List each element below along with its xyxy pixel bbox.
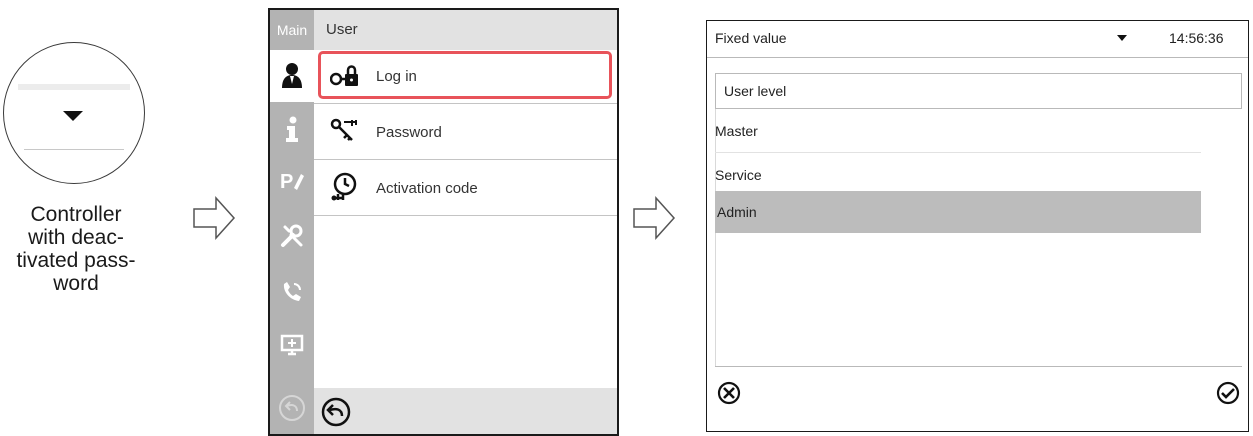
cancel-icon[interactable]: [717, 381, 741, 405]
magnifier-bar: [18, 84, 130, 90]
option-label: Admin: [717, 204, 757, 220]
right-arrow-icon: [633, 196, 676, 240]
user-level-screen: Fixed value 14:56:36 User level Master S…: [706, 20, 1249, 432]
menu-item-label: Password: [376, 124, 442, 141]
right-arrow-icon: [193, 196, 236, 240]
sidebar-item-settings[interactable]: [270, 224, 314, 264]
login-highlight-frame: [318, 51, 612, 99]
page-title: User: [326, 21, 358, 38]
divider: [715, 366, 1242, 367]
user-level-list-header: User level: [715, 73, 1242, 109]
sidebar-back-button[interactable]: [270, 394, 314, 430]
clock-time: 14:56:36: [1169, 30, 1224, 46]
sidebar-item-user[interactable]: [270, 50, 314, 102]
tools-icon: [281, 224, 303, 247]
caption-line: tivated pass-: [16, 249, 136, 272]
operating-mode-label: Fixed value: [715, 30, 787, 46]
option-label: Master: [715, 123, 758, 139]
display-settings-icon: [280, 334, 304, 356]
back-icon: [279, 395, 305, 421]
program-edit-icon: P: [280, 171, 304, 193]
service-phone-icon: [283, 282, 301, 301]
menu-item-password[interactable]: Password: [314, 104, 617, 160]
divider: [707, 57, 1248, 58]
info-icon: [286, 116, 298, 142]
dropdown-triangle-icon: [63, 111, 83, 121]
svg-text:P: P: [280, 171, 293, 192]
option-master[interactable]: Master: [715, 109, 1201, 153]
caption-line: with deac-: [28, 226, 124, 249]
screen-footer: [314, 388, 617, 434]
sidebar-item-service[interactable]: [270, 280, 314, 320]
caption-line: Controller: [30, 203, 122, 226]
magnifier-divider: [24, 149, 124, 150]
dropdown-triangle-icon[interactable]: [1117, 35, 1127, 41]
back-button[interactable]: [320, 396, 352, 428]
sidebar-item-program[interactable]: P: [270, 168, 314, 208]
magnifier-circle: [3, 42, 145, 184]
user-menu-screen: Main P User Log in Password Activation c…: [268, 8, 619, 436]
sidebar-title: Main: [276, 22, 308, 38]
list-title: User level: [724, 83, 787, 99]
key-icon: [330, 118, 357, 141]
sidebar-item-info[interactable]: [270, 116, 314, 156]
confirm-icon[interactable]: [1216, 381, 1240, 405]
menu-item-label: Activation code: [376, 180, 478, 197]
user-header: User: [314, 10, 617, 50]
user-icon: [282, 63, 302, 88]
sidebar-item-display[interactable]: [270, 334, 314, 374]
controller-caption: Controller with deac- tivated pass- word: [0, 203, 152, 295]
menu-item-activation-code[interactable]: Activation code: [314, 160, 617, 216]
option-label: Service: [715, 167, 762, 183]
caption-line: word: [53, 272, 99, 295]
option-admin-selected[interactable]: Admin: [715, 191, 1201, 233]
activation-code-icon: [331, 172, 357, 201]
main-sidebar: Main P: [270, 10, 314, 434]
